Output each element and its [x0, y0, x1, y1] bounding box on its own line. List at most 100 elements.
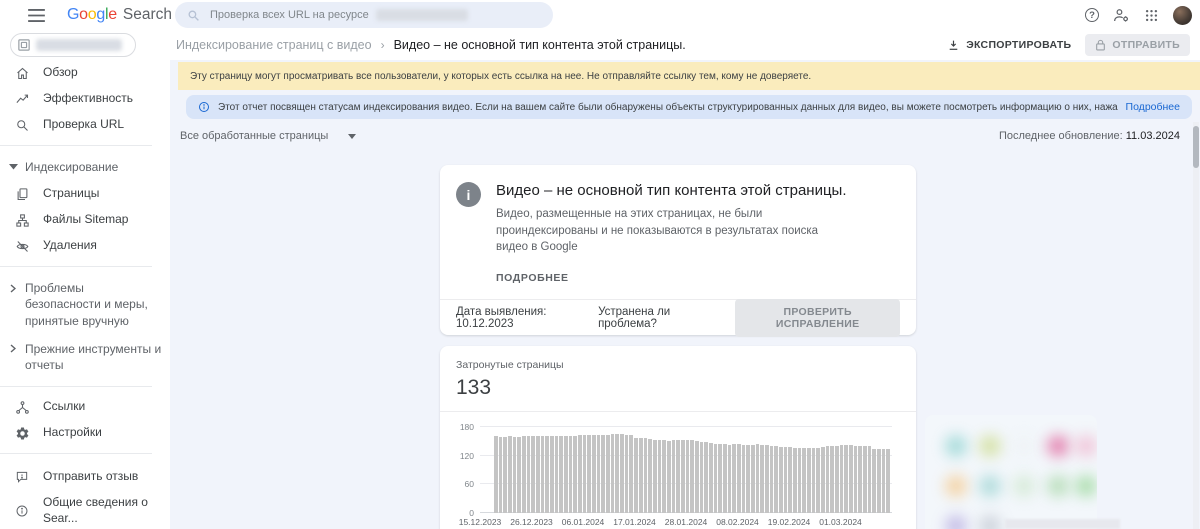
chart-bar[interactable] [550, 436, 554, 514]
chart-bar[interactable] [601, 434, 606, 514]
url-inspection-search[interactable]: Проверка всех URL на ресурсе [175, 2, 553, 28]
chart-bar[interactable] [494, 436, 498, 514]
chart-bar[interactable] [853, 445, 858, 514]
chart-bar[interactable] [835, 445, 839, 514]
chart-bar[interactable] [760, 444, 764, 514]
chart-bar[interactable] [736, 444, 741, 514]
chart-bar[interactable] [606, 434, 610, 514]
chart-bar[interactable] [881, 449, 886, 514]
chart-bar[interactable] [498, 436, 503, 514]
chart-bar[interactable] [769, 445, 774, 514]
chart-bar[interactable] [624, 434, 629, 514]
sidebar-item-sitemaps[interactable]: Файлы Sitemap [0, 207, 170, 233]
chart-bar[interactable] [746, 444, 750, 514]
chart-bar[interactable] [778, 446, 783, 514]
chart-bar[interactable] [774, 446, 778, 514]
chart-bar[interactable] [512, 436, 517, 514]
chart-bar[interactable] [718, 444, 722, 514]
apps-grid-icon[interactable] [1144, 8, 1159, 23]
chart-bar[interactable] [540, 436, 545, 514]
chart-bar[interactable] [568, 435, 573, 514]
chart-bar[interactable] [821, 447, 825, 514]
scrollbar-thumb[interactable] [1193, 126, 1199, 168]
chart-bar[interactable] [727, 444, 732, 514]
sidebar-item-performance[interactable]: Эффективность [0, 86, 170, 112]
chart-bar[interactable] [802, 448, 807, 514]
chart-bar[interactable] [877, 449, 881, 514]
sidebar-item-about[interactable]: Общие сведения о Sear... [0, 490, 170, 529]
chart-bar[interactable] [573, 435, 578, 514]
chart-bar[interactable] [662, 440, 666, 514]
chart-bar[interactable] [732, 444, 736, 514]
sidebar-item-settings[interactable]: Настройки [0, 420, 170, 446]
chart-bar[interactable] [648, 438, 652, 514]
chart-bar[interactable] [793, 447, 797, 514]
chart-bar[interactable] [634, 438, 638, 514]
chart-bar[interactable] [844, 445, 849, 514]
chart-bar[interactable] [564, 436, 568, 514]
chart-bar[interactable] [858, 445, 863, 514]
chart-bar[interactable] [554, 436, 559, 514]
chart-bar[interactable] [545, 436, 550, 514]
chart-bar[interactable] [825, 446, 830, 514]
chart-bar[interactable] [704, 442, 708, 514]
chart-bar[interactable] [839, 445, 844, 514]
chart-bar[interactable] [783, 446, 788, 514]
chart-bar[interactable] [849, 445, 853, 514]
chart-bar[interactable] [788, 447, 792, 514]
chart-bar[interactable] [811, 447, 816, 514]
validate-fix-button[interactable]: ПРОВЕРИТЬ ИСПРАВЛЕНИЕ [735, 298, 900, 337]
chart-bar[interactable] [578, 435, 582, 514]
issue-learn-more-link[interactable]: ПОДРОБНЕЕ [496, 272, 847, 284]
sidebar-item-security-manual-actions[interactable]: Проблемы безопасности и меры, принятые в… [0, 274, 170, 335]
chart-bar[interactable] [503, 436, 508, 514]
chart-bar[interactable] [886, 449, 891, 514]
chart-bar[interactable] [638, 438, 643, 514]
help-icon[interactable]: ? [1085, 8, 1099, 22]
chart-bar[interactable] [755, 444, 760, 514]
sidebar-item-removals[interactable]: Удаления [0, 233, 170, 259]
chart-bar[interactable] [797, 448, 802, 514]
user-settings-icon[interactable] [1113, 8, 1130, 23]
chart-bar[interactable] [741, 444, 746, 514]
chart-bar[interactable] [587, 435, 592, 514]
chart-bar[interactable] [694, 441, 699, 514]
chart-bar[interactable] [750, 444, 755, 514]
chart-bar[interactable] [610, 434, 615, 514]
chart-bar[interactable] [536, 436, 540, 514]
chart-bar[interactable] [830, 445, 835, 514]
chart-bar[interactable] [807, 448, 811, 514]
chart-bar[interactable] [531, 435, 536, 514]
chart-bar[interactable] [867, 446, 872, 514]
chart-bar[interactable] [816, 447, 821, 514]
sidebar-item-legacy-tools[interactable]: Прежние инструменты и отчеты [0, 335, 170, 379]
sidebar-item-overview[interactable]: Обзор [0, 60, 170, 86]
chart-bar[interactable] [522, 436, 526, 514]
chart-bar[interactable] [685, 439, 690, 514]
chart-bar[interactable] [671, 440, 676, 514]
menu-icon[interactable] [28, 8, 45, 22]
chart-bar[interactable] [708, 442, 713, 514]
chart-bar[interactable] [592, 435, 596, 514]
sidebar-item-feedback[interactable]: Отправить отзыв [0, 464, 170, 490]
chart-bar[interactable] [699, 441, 704, 514]
chart-bar[interactable] [620, 434, 624, 514]
chart-bar[interactable] [690, 440, 694, 514]
chart-bar[interactable] [863, 446, 867, 514]
chart-bar[interactable] [615, 434, 620, 514]
chart-bar[interactable] [872, 449, 877, 514]
sidebar-item-pages[interactable]: Страницы [0, 181, 170, 207]
submit-button[interactable]: ОТПРАВИТЬ [1085, 34, 1190, 56]
breadcrumb-parent-link[interactable]: Индексирование страниц с видео [176, 38, 372, 52]
avatar[interactable] [1173, 5, 1192, 25]
sidebar-item-url-inspection[interactable]: Проверка URL [0, 112, 170, 138]
chart-bar[interactable] [643, 438, 648, 514]
pages-filter-dropdown[interactable]: Все обработанные страницы [180, 130, 357, 142]
metric-header[interactable]: Затронутые страницы 133 [440, 346, 916, 411]
sidebar-item-links[interactable]: Ссылки [0, 394, 170, 420]
property-selector[interactable] [10, 33, 136, 57]
chart-bar[interactable] [713, 443, 718, 514]
sidebar-item-indexing[interactable]: Индексирование [0, 153, 170, 181]
chart-bar[interactable] [722, 444, 727, 514]
chart-bar[interactable] [676, 440, 680, 514]
